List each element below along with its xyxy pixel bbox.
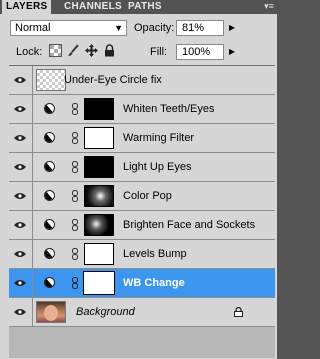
blend-mode-select[interactable]: Normal ▼: [10, 20, 127, 36]
visibility-toggle[interactable]: [9, 182, 33, 210]
layer-mask-thumbnail[interactable]: [84, 127, 114, 149]
link-chain-icon[interactable]: [72, 132, 78, 144]
visibility-toggle[interactable]: [9, 66, 33, 94]
layer-row[interactable]: Brighten Face and Sockets: [9, 211, 275, 240]
layer-thumbnail: [36, 69, 66, 91]
layer-row[interactable]: Color Pop: [9, 182, 275, 211]
eye-icon: [14, 77, 26, 83]
adjustment-layer-icon: [44, 277, 55, 288]
visibility-toggle[interactable]: [9, 269, 33, 297]
visibility-toggle[interactable]: [9, 95, 33, 123]
layer-name: Background: [76, 306, 135, 318]
eye-icon: [14, 106, 26, 112]
layer-row[interactable]: Levels Bump: [9, 240, 275, 269]
layer-mask-thumbnail[interactable]: [83, 271, 115, 295]
eye-icon: [14, 251, 26, 257]
eye-icon: [14, 135, 26, 141]
visibility-toggle[interactable]: [9, 298, 33, 326]
visibility-toggle[interactable]: [9, 211, 33, 239]
eye-icon: [14, 193, 26, 199]
panel-tab-bar: LAYERS CHANNELS PATHS ▾≡: [0, 0, 279, 14]
layer-name: Whiten Teeth/Eyes: [123, 103, 215, 115]
link-chain-icon[interactable]: [72, 248, 78, 260]
layer-row[interactable]: Under-Eye Circle fix: [9, 66, 275, 95]
lock-label: Lock:: [16, 46, 43, 58]
link-chain-icon[interactable]: [72, 161, 78, 173]
link-chain-icon[interactable]: [72, 103, 78, 115]
layer-mask-thumbnail[interactable]: [84, 98, 114, 120]
panel-menu-icon[interactable]: ▾≡: [262, 1, 276, 12]
layer-name: Under-Eye Circle fix: [64, 74, 162, 86]
chevron-down-icon: ▼: [114, 23, 123, 33]
fill-field[interactable]: 100%: [176, 44, 224, 60]
fill-label: Fill:: [150, 46, 168, 58]
eye-icon: [14, 222, 26, 228]
lock-all-icon[interactable]: [103, 44, 116, 57]
layer-name: Levels Bump: [123, 248, 187, 260]
visibility-toggle[interactable]: [9, 124, 33, 152]
tab-channels[interactable]: CHANNELS: [60, 0, 126, 14]
tab-layers[interactable]: LAYERS: [2, 0, 52, 14]
link-chain-icon[interactable]: [72, 277, 78, 289]
layer-mask-thumbnail[interactable]: [84, 243, 114, 265]
layer-row[interactable]: Warming Filter: [9, 124, 275, 153]
eye-icon: [14, 309, 26, 315]
layer-name: Brighten Face and Sockets: [123, 219, 256, 231]
layers-list: Under-Eye Circle fix Whiten Teeth/Eyes W…: [9, 65, 275, 358]
adjustment-layer-icon: [44, 103, 55, 114]
adjustment-layer-icon: [44, 190, 55, 201]
layers-panel: Normal ▼ Opacity: 81% ▶ Lock: Fill: 100%…: [0, 14, 277, 359]
layer-name: Light Up Eyes: [123, 161, 192, 173]
layer-name: Warming Filter: [123, 132, 195, 144]
opacity-field[interactable]: 81%: [176, 20, 224, 36]
eye-icon: [14, 164, 26, 170]
opacity-value: 81%: [182, 22, 205, 34]
padlock-icon: [234, 307, 243, 317]
adjustment-layer-icon: [44, 161, 55, 172]
link-chain-icon[interactable]: [72, 219, 78, 231]
layer-thumbnail: [36, 301, 66, 323]
lock-transparency-icon[interactable]: [49, 44, 62, 57]
visibility-toggle[interactable]: [9, 240, 33, 268]
layer-name: WB Change: [123, 277, 185, 289]
adjustment-layer-icon: [44, 132, 55, 143]
fill-slider-arrow-icon[interactable]: ▶: [229, 45, 235, 59]
lock-pixels-brush-icon[interactable]: [67, 44, 80, 57]
layer-row-selected[interactable]: WB Change: [9, 269, 275, 298]
opacity-label: Opacity:: [134, 22, 175, 34]
layer-mask-thumbnail[interactable]: [84, 214, 114, 236]
lock-position-move-icon[interactable]: [85, 44, 98, 57]
background-layer-row[interactable]: Background: [9, 298, 275, 327]
eye-icon: [14, 280, 26, 286]
layer-row[interactable]: Whiten Teeth/Eyes: [9, 95, 275, 124]
layer-mask-thumbnail[interactable]: [84, 156, 114, 178]
layer-row[interactable]: Light Up Eyes: [9, 153, 275, 182]
blend-mode-value: Normal: [15, 22, 51, 34]
layer-name: Color Pop: [123, 190, 172, 202]
layer-mask-thumbnail[interactable]: [84, 185, 114, 207]
fill-value: 100%: [182, 46, 211, 58]
adjustment-layer-icon: [44, 248, 55, 259]
opacity-slider-arrow-icon[interactable]: ▶: [229, 21, 235, 35]
link-chain-icon[interactable]: [72, 190, 78, 202]
tab-paths[interactable]: PATHS: [124, 0, 166, 14]
adjustment-layer-icon: [44, 219, 55, 230]
visibility-toggle[interactable]: [9, 153, 33, 181]
